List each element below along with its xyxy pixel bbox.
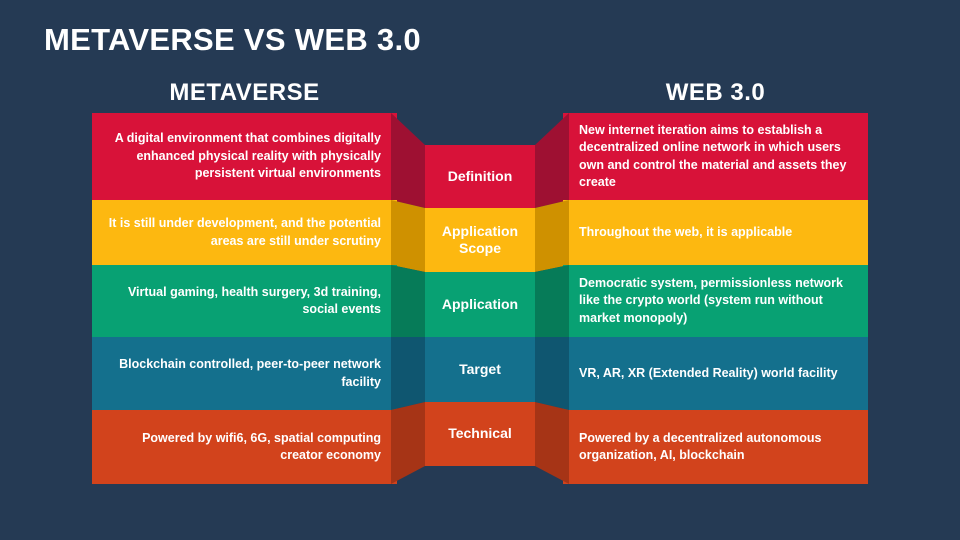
slide-canvas: METAVERSE VS WEB 3.0 METAVERSE WEB 3.0 A… <box>0 0 960 540</box>
category-label-text: Technical <box>448 425 512 442</box>
metaverse-cell-text: Powered by wifi6, 6G, spatial computing … <box>142 430 381 463</box>
web3-cell-text: Powered by a decentralized autonomous or… <box>579 430 822 463</box>
web3-cell[interactable]: Powered by a decentralized autonomous or… <box>563 410 868 484</box>
comparison-row: Powered by wifi6, 6G, spatial computing … <box>0 104 960 494</box>
category-label-cell[interactable]: Technical <box>425 402 535 466</box>
metaverse-cell[interactable]: Powered by wifi6, 6G, spatial computing … <box>92 410 397 484</box>
column-header-metaverse: METAVERSE <box>169 79 320 106</box>
page-title: METAVERSE VS WEB 3.0 <box>44 22 421 57</box>
ribbon-fold-left <box>391 402 425 484</box>
ribbon-fold-right <box>535 402 569 484</box>
comparison-panels: A digital environment that combines digi… <box>0 104 960 494</box>
column-header-web3: WEB 3.0 <box>665 79 766 106</box>
